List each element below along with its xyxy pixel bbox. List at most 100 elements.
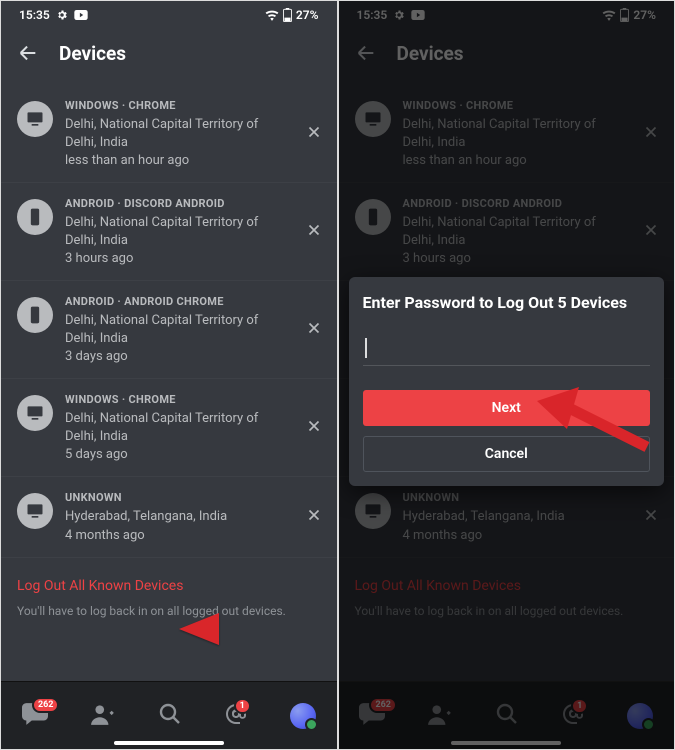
device-time: 3 hours ago [65,251,289,266]
device-row[interactable]: WINDOWS · CHROME Delhi, National Capital… [1,85,337,183]
device-platform: ANDROID · ANDROID CHROME [65,295,289,308]
device-platform: UNKNOWN [403,491,627,504]
device-location: Delhi, National Capital Territory of Del… [403,116,627,151]
status-battery: 27% [296,8,319,22]
device-row[interactable]: WINDOWS · CHROME Delhi, National Capital… [1,379,337,477]
phone-left: 15:35 27% Devices WINDOWS · CHROME Delhi… [0,0,338,750]
device-location: Delhi, National Capital Territory of Del… [65,410,289,445]
nav-messages[interactable]: 262 [359,703,385,729]
back-button[interactable] [17,42,39,64]
wifi-icon [602,9,616,21]
bottom-nav: 262 1 [339,681,675,749]
bottom-nav: 262 1 [1,681,337,749]
device-time: 4 months ago [65,528,289,543]
nav-friends[interactable] [427,703,453,729]
avatar [290,703,316,729]
remove-device-button[interactable] [638,217,664,247]
nav-mentions[interactable]: 1 [561,702,585,730]
header: Devices [1,29,337,77]
nav-profile[interactable] [627,703,653,729]
badge-messages: 262 [369,697,397,713]
remove-device-button[interactable] [301,119,327,149]
logout-all-button[interactable]: Log Out All Known Devices [1,558,337,598]
nav-messages[interactable]: 262 [22,703,48,729]
device-row[interactable]: UNKNOWN Hyderabad, Telangana, India 4 mo… [339,477,675,558]
header: Devices [339,29,675,77]
device-list: WINDOWS · CHROME Delhi, National Capital… [1,77,337,632]
device-platform: ANDROID · DISCORD ANDROID [403,197,627,210]
page-title: Devices [59,42,126,65]
wifi-icon [265,9,279,21]
device-location: Delhi, National Capital Territory of Del… [65,116,289,151]
monitor-icon [355,493,391,529]
battery-icon [620,8,629,22]
remove-device-button[interactable] [638,502,664,532]
phone-icon [355,199,391,235]
page-title: Devices [397,42,464,65]
status-time: 15:35 [357,8,388,22]
remove-device-button[interactable] [301,502,327,532]
phone-right: 15:35 27% Devices WINDOWS · CHROME Delhi… [338,0,675,750]
device-row[interactable]: ANDROID · DISCORD ANDROID Delhi, Nationa… [1,183,337,281]
next-button[interactable]: Next [363,390,651,426]
badge-messages: 262 [32,697,60,713]
device-location: Delhi, National Capital Territory of Del… [65,312,289,347]
nav-search[interactable] [495,702,519,730]
phone-icon [17,199,53,235]
device-location: Delhi, National Capital Territory of Del… [65,214,289,249]
cancel-button[interactable]: Cancel [363,436,651,472]
battery-icon [283,8,292,22]
password-input[interactable] [363,330,651,366]
device-time: 5 days ago [65,447,289,462]
status-bar: 15:35 27% [1,1,337,29]
modal-title: Enter Password to Log Out 5 Devices [363,293,651,312]
device-location: Hyderabad, Telangana, India [65,508,289,526]
gear-icon [393,9,405,21]
device-row[interactable]: WINDOWS · CHROME Delhi, National Capital… [339,85,675,183]
monitor-icon [17,101,53,137]
status-battery: 27% [633,8,656,22]
back-button[interactable] [355,42,377,64]
status-bar: 15:35 27% [339,1,675,29]
home-indicator [114,741,224,745]
device-time: 3 days ago [65,349,289,364]
remove-device-button[interactable] [638,119,664,149]
nav-profile[interactable] [290,703,316,729]
device-row[interactable]: UNKNOWN Hyderabad, Telangana, India 4 mo… [1,477,337,558]
youtube-icon [74,10,88,20]
device-time: 4 months ago [403,528,627,543]
remove-device-button[interactable] [301,217,327,247]
device-location: Hyderabad, Telangana, India [403,508,627,526]
device-location: Delhi, National Capital Territory of Del… [403,214,627,249]
password-modal: Enter Password to Log Out 5 Devices Next… [349,277,665,486]
device-row[interactable]: ANDROID · DISCORD ANDROID Delhi, Nationa… [339,183,675,281]
nav-search[interactable] [158,702,182,730]
home-indicator [451,741,561,745]
monitor-icon [17,395,53,431]
phone-icon [17,297,53,333]
avatar [627,703,653,729]
device-platform: UNKNOWN [65,491,289,504]
device-platform: WINDOWS · CHROME [65,393,289,406]
logout-hint: You'll have to log back in on all logged… [1,598,337,632]
badge-mentions: 1 [571,698,588,714]
gear-icon [56,9,68,21]
badge-mentions: 1 [234,698,251,714]
remove-device-button[interactable] [301,413,327,443]
device-platform: WINDOWS · CHROME [65,99,289,112]
nav-friends[interactable] [90,703,116,729]
nav-mentions[interactable]: 1 [224,702,248,730]
device-time: less than an hour ago [403,153,627,168]
remove-device-button[interactable] [301,315,327,345]
logout-hint: You'll have to log back in on all logged… [339,598,675,632]
device-time: less than an hour ago [65,153,289,168]
device-time: 3 hours ago [403,251,627,266]
youtube-icon [411,10,425,20]
device-platform: ANDROID · DISCORD ANDROID [65,197,289,210]
status-time: 15:35 [19,8,50,22]
screen: 15:35 27% Devices WINDOWS · CHROME Delhi… [1,1,337,681]
device-row[interactable]: ANDROID · ANDROID CHROME Delhi, National… [1,281,337,379]
logout-all-button[interactable]: Log Out All Known Devices [339,558,675,598]
monitor-icon [17,493,53,529]
device-platform: WINDOWS · CHROME [403,99,627,112]
